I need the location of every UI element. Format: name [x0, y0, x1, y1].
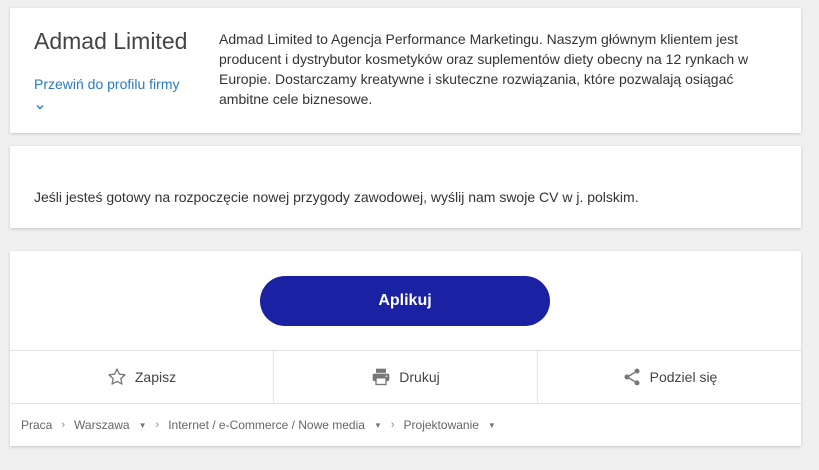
company-name: Admad Limited	[34, 28, 188, 54]
star-icon	[108, 368, 126, 385]
apply-card: Aplikuj Zapisz Drukuj Podziel się Praca …	[10, 251, 801, 446]
breadcrumb-item-category[interactable]: Internet / e-Commerce / Nowe media	[168, 418, 365, 432]
print-button-label: Drukuj	[399, 369, 440, 385]
chevron-right-icon: ›	[61, 419, 66, 431]
chevron-right-icon: ›	[155, 419, 160, 431]
printer-icon	[372, 368, 390, 386]
cta-text: Jeśli jesteś gotowy na rozpoczęcie nowej…	[34, 189, 639, 205]
share-button[interactable]: Podziel się	[537, 351, 801, 403]
caret-down-icon[interactable]: ▼	[488, 421, 496, 430]
company-card: Admad Limited Przewiń do profilu firmy A…	[10, 8, 801, 133]
breadcrumb: Praca › Warszawa ▼ › Internet / e-Commer…	[21, 418, 496, 432]
company-profile-link-label: Przewiń do profilu firmy	[34, 76, 180, 92]
apply-button[interactable]: Aplikuj	[260, 276, 550, 326]
chevron-right-icon: ›	[390, 419, 395, 431]
breadcrumb-item-praca[interactable]: Praca	[21, 418, 52, 432]
breadcrumb-item-projektowanie[interactable]: Projektowanie	[404, 418, 479, 432]
chevron-down-icon	[36, 95, 44, 115]
caret-down-icon[interactable]: ▼	[139, 421, 147, 430]
company-profile-link[interactable]: Przewiń do profilu firmy	[34, 74, 184, 115]
print-button[interactable]: Drukuj	[273, 351, 537, 403]
company-description: Admad Limited to Agencja Performance Mar…	[219, 31, 749, 107]
save-button[interactable]: Zapisz	[10, 351, 273, 403]
cta-card: Jeśli jesteś gotowy na rozpoczęcie nowej…	[10, 146, 801, 228]
action-bar: Zapisz Drukuj Podziel się	[10, 350, 801, 404]
save-button-label: Zapisz	[134, 369, 177, 385]
caret-down-icon[interactable]: ▼	[374, 421, 382, 430]
share-button-label: Podziel się	[649, 369, 718, 385]
breadcrumb-item-warszawa[interactable]: Warszawa	[74, 418, 130, 432]
share-icon	[624, 368, 640, 386]
